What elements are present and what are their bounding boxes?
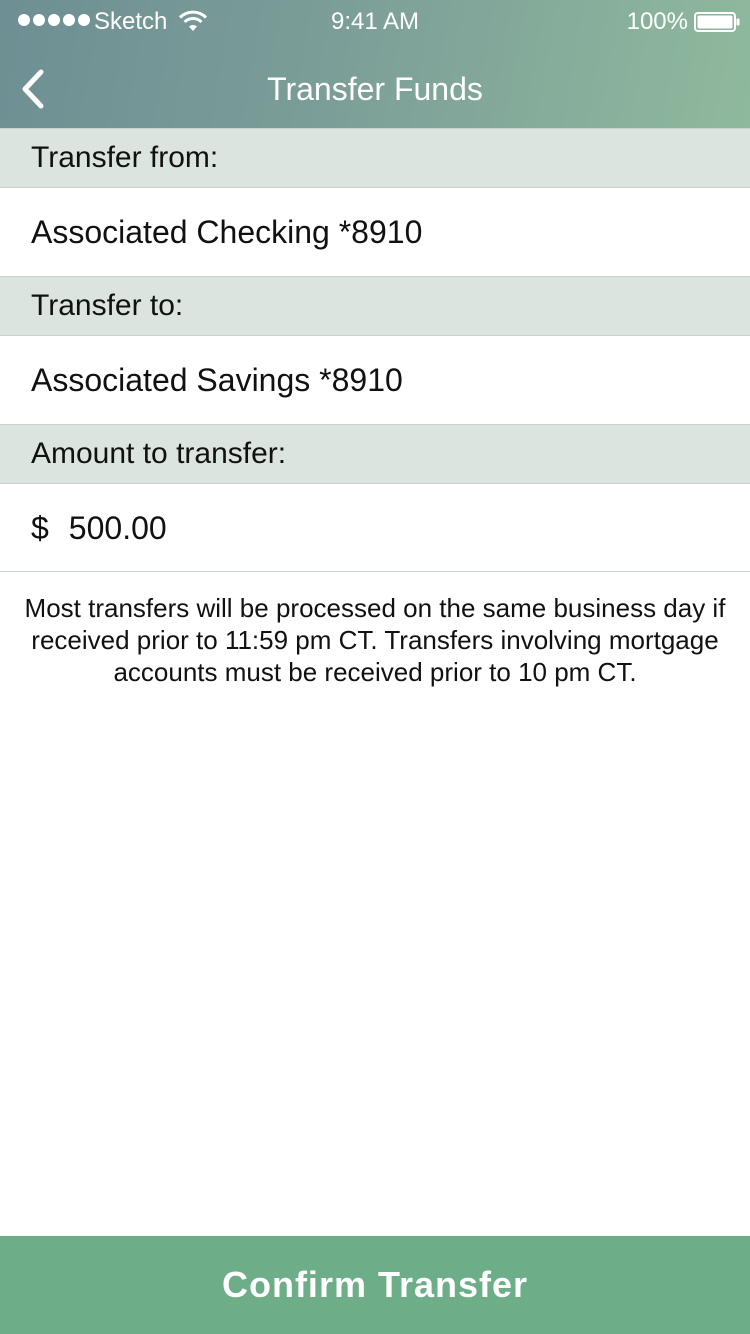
amount-input[interactable]: 500.00 (69, 510, 167, 546)
battery-icon (694, 12, 740, 32)
transfer-from-account[interactable]: Associated Checking *8910 (0, 188, 750, 276)
transfer-to-account[interactable]: Associated Savings *8910 (0, 336, 750, 424)
transfer-from-label: Transfer from: (0, 128, 750, 188)
amount-label: Amount to transfer: (0, 424, 750, 484)
transfer-disclaimer: Most transfers will be processed on the … (24, 593, 726, 687)
navigation-bar: Transfer Funds (0, 44, 750, 128)
app-header: Sketch 9:41 AM 100% Transfer Funds (0, 0, 750, 128)
confirm-transfer-button[interactable]: Confirm Transfer (0, 1236, 750, 1334)
amount-field[interactable]: $500.00 (0, 484, 750, 572)
status-bar: Sketch 9:41 AM 100% (0, 0, 750, 44)
currency-symbol: $ (31, 510, 49, 546)
page-title: Transfer Funds (267, 71, 483, 107)
battery-percentage: 100% (626, 8, 688, 35)
transfer-funds-screen: Sketch 9:41 AM 100% Transfer Funds Trans… (0, 0, 750, 1334)
transfer-to-label: Transfer to: (0, 276, 750, 336)
